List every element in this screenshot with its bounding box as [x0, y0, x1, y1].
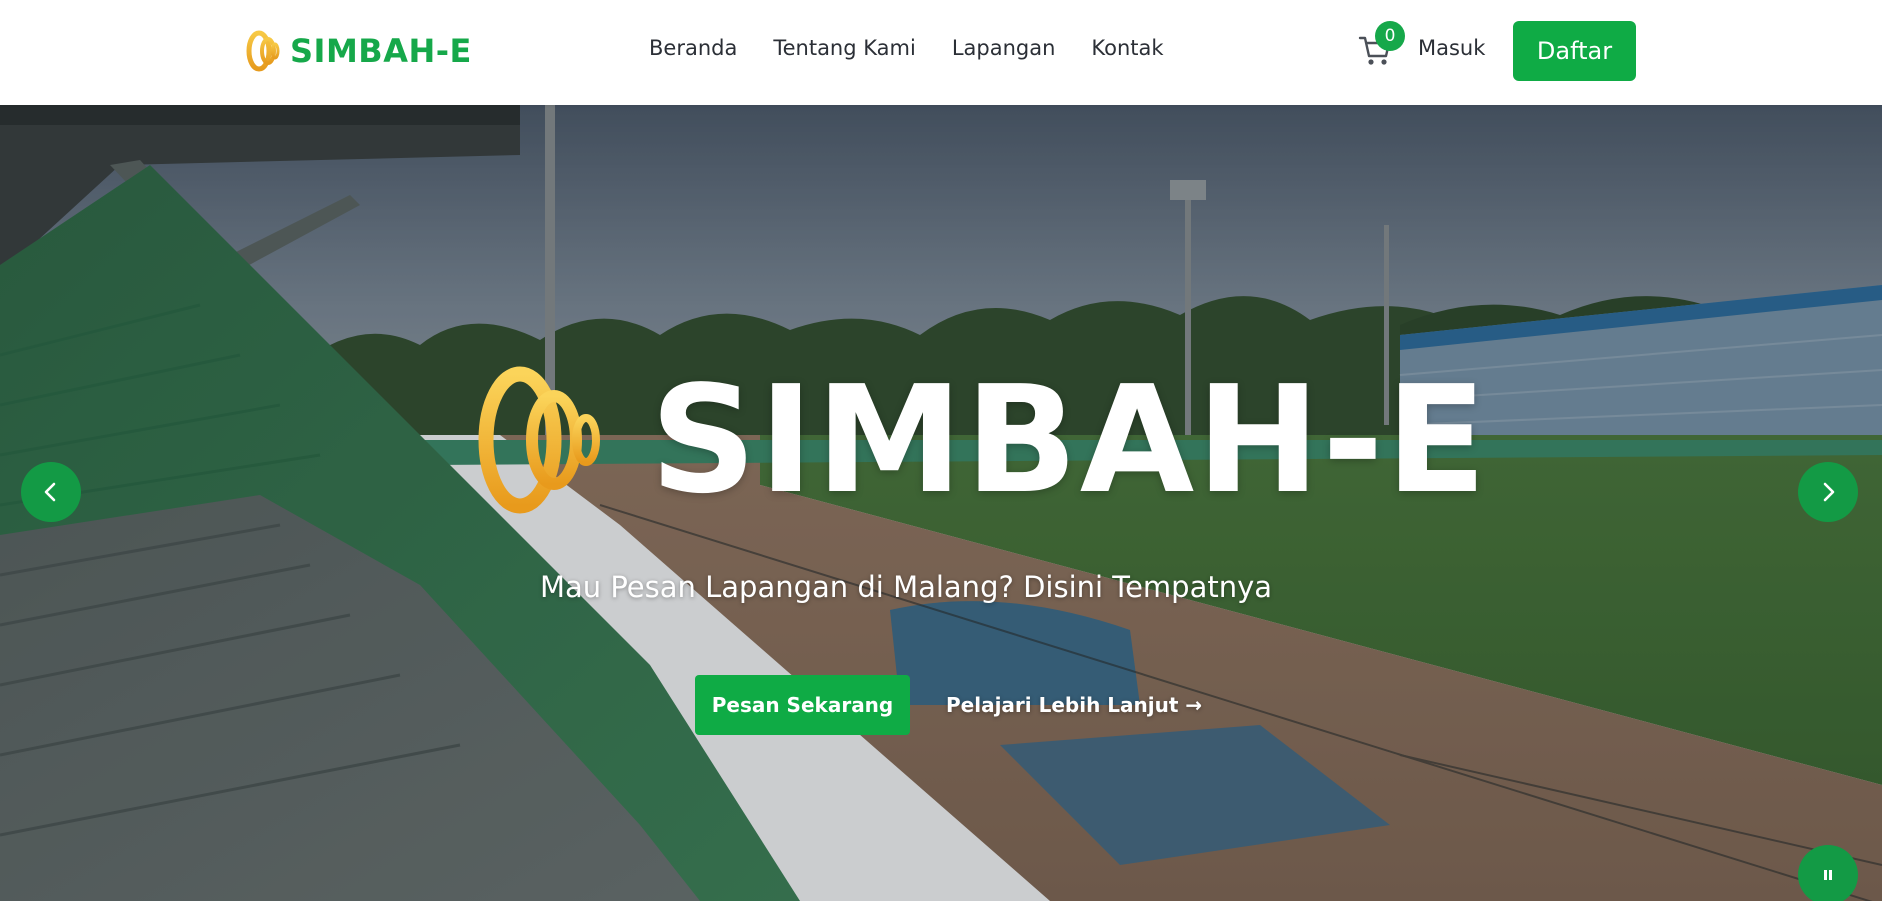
brand-name: SIMBAH-E	[290, 32, 472, 70]
register-button[interactable]: Daftar	[1513, 21, 1636, 81]
carousel-next-button[interactable]	[1798, 462, 1858, 522]
pause-icon	[1824, 870, 1832, 880]
nav-tentang-kami[interactable]: Tentang Kami	[773, 36, 915, 60]
book-now-button[interactable]: Pesan Sekarang	[695, 675, 910, 735]
chevron-right-icon	[1823, 482, 1835, 502]
simbah-e-logo-icon	[246, 30, 280, 72]
login-link[interactable]: Masuk	[1418, 36, 1485, 60]
hero-subtitle: Mau Pesan Lapangan di Malang? Disini Tem…	[539, 570, 1273, 604]
brand-logo-link[interactable]: SIMBAH-E	[246, 30, 472, 72]
site-header: SIMBAH-E Beranda Tentang Kami Lapangan K…	[0, 0, 1882, 105]
nav-kontak[interactable]: Kontak	[1091, 36, 1163, 60]
nav-lapangan[interactable]: Lapangan	[952, 36, 1056, 60]
main-nav: Beranda Tentang Kami Lapangan Kontak	[649, 36, 1200, 60]
hero-carousel: SIMBAH-E Mau Pesan Lapangan di Malang? D…	[0, 105, 1882, 901]
cart-count-badge: 0	[1375, 21, 1405, 51]
learn-more-link[interactable]: Pelajari Lebih Lanjut →	[946, 693, 1202, 717]
chevron-left-icon	[44, 482, 56, 502]
hero-title: SIMBAH-E	[650, 354, 1489, 526]
carousel-prev-button[interactable]	[21, 462, 81, 522]
nav-beranda[interactable]: Beranda	[649, 36, 737, 60]
simbah-e-hero-logo-icon	[478, 366, 600, 514]
carousel-pause-button[interactable]	[1798, 845, 1858, 901]
